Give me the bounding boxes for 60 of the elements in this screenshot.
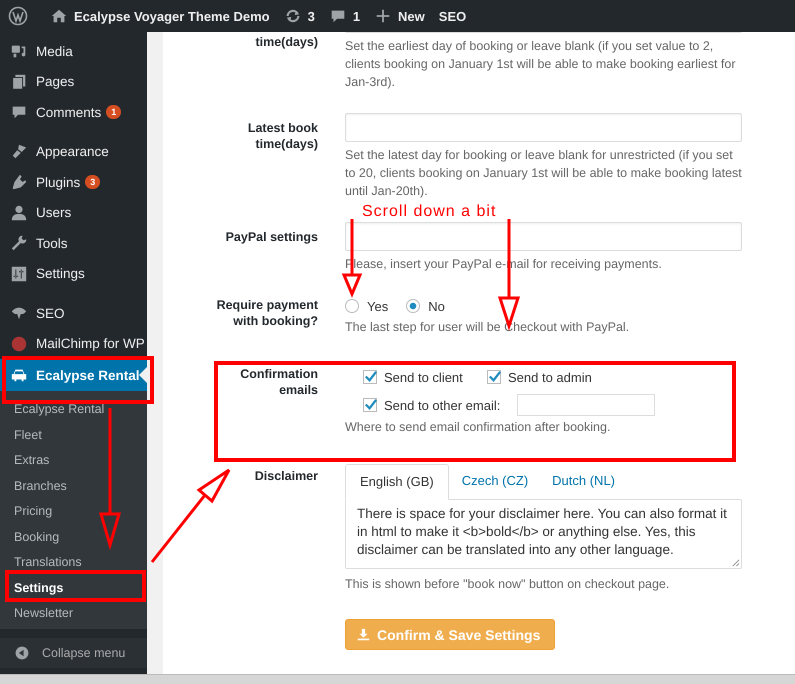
language-tab[interactable]: Czech (CZ)	[450, 464, 540, 498]
count-badge: 1	[106, 105, 122, 120]
menu-item[interactable]: Appearance	[0, 136, 147, 167]
menu-item-label: Comments	[36, 104, 102, 120]
checkbox-label: Send to other email:	[384, 398, 500, 412]
language-tab[interactable]: Dutch (NL)	[541, 464, 626, 498]
menu-item[interactable]: SEO	[0, 298, 147, 328]
menu-item-label: SEO	[36, 306, 65, 321]
menu-item-label: Appearance	[36, 144, 109, 160]
language-tab[interactable]: English (GB)	[345, 464, 449, 500]
menu-item-label: Pages	[36, 74, 74, 90]
comments-count[interactable]: 1	[352, 8, 360, 24]
menu-item[interactable]: Ecalypse Rental	[0, 359, 147, 391]
field-label: time(days)	[254, 34, 318, 50]
checkbox-label: Send to admin	[508, 370, 592, 384]
menu-item-label: Settings	[36, 266, 85, 282]
help-text: Where to send email confirmation after booking.	[345, 419, 612, 436]
field-label: Require payment with booking?	[216, 297, 318, 329]
menu-item[interactable]: MailChimp for WP	[0, 328, 147, 359]
help-text: Set the latest day for booking or leave blank for unrestricted (if you set to 20, clients booking on January 1st will be able to make booking latest until Jan-20th).	[345, 147, 742, 200]
seo-link[interactable]: SEO	[438, 8, 466, 24]
help-text: Set the earliest day of booking or leave blank (if you set value to 2, clients booking on January 1st will be able to make booking earliest for Jan-3rd).	[345, 38, 736, 91]
field-label: Disclaimer	[254, 468, 318, 484]
submenu-item[interactable]: Pricing	[0, 499, 147, 524]
menu-item[interactable]: Plugins 3	[0, 167, 147, 198]
submenu-item[interactable]: Booking	[0, 524, 147, 550]
menu-item[interactable]: Media	[0, 36, 147, 66]
menu-item[interactable]: Users	[0, 198, 147, 228]
new-link[interactable]: New	[398, 8, 425, 24]
menu-item-label: Users	[36, 205, 72, 220]
menu-item[interactable]: Tools	[0, 228, 147, 258]
submenu-item[interactable]: Newsletter	[0, 601, 147, 626]
menu-item-label: Media	[36, 44, 73, 59]
collapse-menu-label: Collapse menu	[42, 646, 126, 660]
menu-item-label: Tools	[36, 236, 68, 251]
updates-count[interactable]: 3	[308, 8, 315, 24]
menu-item[interactable]: Comments 1	[0, 97, 147, 128]
submenu-item[interactable]: Extras	[0, 448, 147, 474]
annotation-text: Scroll down a bit	[362, 203, 496, 221]
radio-label: Yes	[367, 298, 388, 314]
menu-item[interactable]: Pages	[0, 66, 147, 97]
field-label: Latest book time(days)	[246, 120, 318, 152]
menu-item[interactable]: Settings	[0, 258, 147, 289]
submenu-item[interactable]: Settings	[0, 576, 147, 601]
submenu-item[interactable]: Branches	[0, 474, 147, 499]
submenu-item[interactable]: Translations	[0, 550, 147, 576]
collapse-menu-button[interactable]: Collapse menu	[0, 638, 147, 668]
submenu-item[interactable]: Fleet	[0, 422, 147, 448]
menu-item-label: Ecalypse Rental	[36, 368, 140, 382]
site-title-link[interactable]: Ecalypse Voyager Theme Demo	[74, 8, 270, 24]
disclaimer-textarea[interactable]: There is space for your disclaimer here. You can also format it in html to make it <b>bold</b> or anything else. Yes, this disclaimer can be translated into any other language.	[345, 499, 742, 569]
submenu-item[interactable]: Ecalypse Rental	[0, 397, 147, 422]
field-label: Confirmation emails	[239, 366, 318, 398]
menu-item-label: Plugins	[36, 174, 80, 190]
radio-label: No	[428, 298, 445, 314]
field-label: PayPal settings	[224, 229, 318, 245]
checkbox-label: Send to client	[384, 370, 463, 384]
help-text: This is shown before "book now" button on checkout page.	[345, 576, 670, 593]
count-badge: 3	[85, 175, 100, 190]
menu-item-label: MailChimp for WP	[36, 336, 145, 352]
